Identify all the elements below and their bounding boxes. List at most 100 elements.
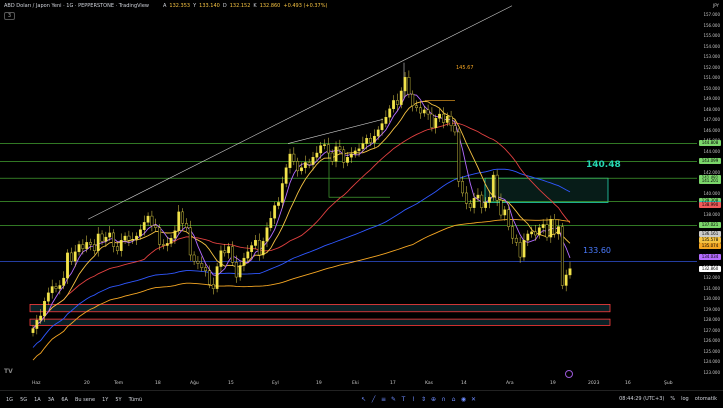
candle-body <box>257 240 261 256</box>
date-tick: 15 <box>228 381 234 386</box>
candle-body <box>422 109 426 114</box>
candle-body <box>518 242 522 258</box>
timeframe-button[interactable]: 5G <box>20 397 27 403</box>
lock-icon[interactable]: ⌂ <box>450 396 457 403</box>
candle-body <box>273 205 277 219</box>
price-tick: 146.000 <box>703 127 720 133</box>
price-tick: 130.000 <box>703 296 720 302</box>
drawing-tools: ↖ ╱ ≡ ✎ T ⌇ ⇕ ⊕ ∩ ⌂ ◉ ✕ <box>360 396 477 403</box>
candle-body <box>419 107 422 114</box>
candle-body <box>564 274 568 286</box>
price-tick: 144.000 <box>703 148 720 154</box>
alarm-clock-icon[interactable] <box>565 370 573 378</box>
price-tick: 154.000 <box>703 43 720 49</box>
candle-body <box>399 90 403 105</box>
candle-body <box>204 267 208 271</box>
magnet-icon[interactable]: ∩ <box>440 396 447 403</box>
timeframe-button[interactable]: 6A <box>61 397 68 403</box>
ohlc-high-key: Y <box>193 3 197 9</box>
box-outline <box>328 151 390 198</box>
candle-body <box>81 244 85 249</box>
timeframe-button[interactable]: 5Y <box>115 397 121 403</box>
candle-body <box>357 148 361 152</box>
level-label-145: 145.67 <box>456 65 474 71</box>
candle-body <box>380 123 384 131</box>
ohlc-high: 133.140 <box>199 3 220 9</box>
timeframe-button[interactable]: 1G <box>6 397 13 403</box>
candle-body <box>150 215 154 226</box>
trendline-icon[interactable]: ╱ <box>370 396 377 403</box>
date-tick: 16 <box>625 381 631 386</box>
candle-body <box>453 125 457 133</box>
clock-readout[interactable]: 08:44:29 (UTC+3) <box>619 396 664 402</box>
price-tick: 149.000 <box>703 96 720 102</box>
candle-body <box>261 241 265 256</box>
candle-body <box>311 156 315 165</box>
candle-body <box>238 265 242 278</box>
percent-toggle[interactable]: % <box>670 396 675 402</box>
measure-icon[interactable]: ⇕ <box>420 396 427 403</box>
trash-icon[interactable]: ✕ <box>470 396 477 403</box>
candle-body <box>484 202 488 208</box>
timeframe-button[interactable]: Bu sene <box>75 397 95 403</box>
date-tick: Haz <box>32 381 41 386</box>
candle-body <box>265 227 269 242</box>
candle-body <box>430 113 434 128</box>
timeframe-button[interactable]: 3A <box>48 397 55 403</box>
tradingview-logo: TV <box>4 368 13 375</box>
pattern-icon[interactable]: ⌇ <box>410 396 417 403</box>
price-axis[interactable]: 157.000 156.000 155.000 154.000 153.000 152.0… <box>697 0 723 390</box>
symbol-title[interactable]: ABD Doları / Japon Yeni · 1G · PEPPERSTO… <box>4 3 149 9</box>
candle-body <box>200 263 204 268</box>
timeframe-button[interactable]: 1Y <box>102 397 108 403</box>
date-tick: 19 <box>550 381 556 386</box>
candle-body <box>384 117 388 124</box>
price-tick: 140.000 <box>703 191 720 196</box>
price-tick: 129.000 <box>703 306 720 312</box>
price-tick: 124.000 <box>703 359 720 365</box>
log-toggle[interactable]: log <box>681 396 689 402</box>
price-chart[interactable] <box>0 0 723 407</box>
candle-body <box>537 227 541 236</box>
date-tick: Eyl <box>272 381 279 386</box>
auto-toggle[interactable]: otomatik <box>695 396 717 402</box>
candle-body <box>392 100 395 110</box>
candle-body <box>215 266 219 289</box>
cursor-icon[interactable]: ↖ <box>360 396 367 403</box>
timeframe-button[interactable]: Tümü <box>129 397 143 403</box>
candle-body <box>66 252 69 279</box>
candle-body <box>31 328 35 333</box>
price-tag: 143.099 <box>699 158 721 165</box>
date-tick: 18 <box>155 381 161 386</box>
indicator-collapse-button[interactable]: 3 <box>4 12 15 20</box>
candle-body <box>181 211 184 224</box>
candle-body <box>526 233 530 241</box>
candle-body <box>468 203 472 208</box>
candle-body <box>407 77 411 95</box>
price-tag: 137.021 <box>699 222 721 229</box>
eye-icon[interactable]: ◉ <box>460 396 467 403</box>
candle-body <box>557 226 560 235</box>
fib-icon[interactable]: ≡ <box>380 396 387 403</box>
candle-body <box>77 244 81 253</box>
candle-body <box>307 162 311 165</box>
candle-body <box>280 183 284 203</box>
candle-body <box>296 161 300 172</box>
candle-body <box>560 226 564 286</box>
candle-body <box>158 227 161 245</box>
candle-body <box>50 286 54 294</box>
candle-body <box>288 153 292 168</box>
time-axis[interactable]: Haz 20 Tem 18 Ağu 15 Eyl 19 Eki 17 Kas 14 Ara 19 2023 1… <box>0 378 697 388</box>
candle-body <box>511 226 514 239</box>
brush-icon[interactable]: ✎ <box>390 396 397 403</box>
text-icon[interactable]: T <box>400 396 407 403</box>
candle-body <box>426 109 430 115</box>
candle-body <box>43 301 46 317</box>
candle-body <box>269 217 273 228</box>
candle-body <box>323 144 326 146</box>
candle-body <box>449 115 453 126</box>
zoom-icon[interactable]: ⊕ <box>430 396 437 403</box>
timeframe-button[interactable]: 1A <box>34 397 41 403</box>
candle-body <box>54 286 58 289</box>
candle-body <box>491 174 495 198</box>
